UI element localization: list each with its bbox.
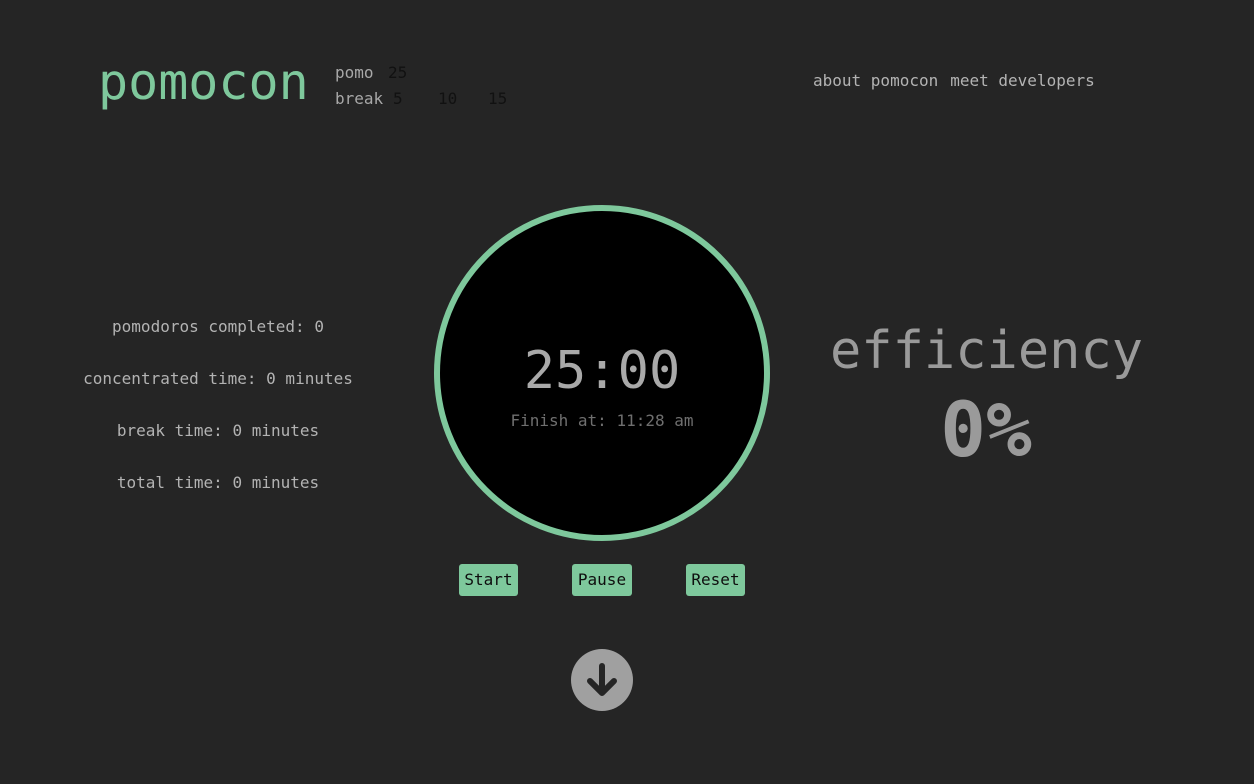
reset-button[interactable]: Reset	[686, 564, 745, 596]
efficiency-value: 0%	[940, 385, 1032, 474]
top-nav: about pomocon meet developers	[813, 70, 1095, 92]
total-time: total time: 0 minutes	[116, 473, 320, 492]
concentrated-time: concentrated time: 0 minutes	[83, 369, 353, 388]
efficiency-panel: efficiency 0%	[830, 320, 1144, 478]
stats-panel: pomodoros completed: 0 concentrated time…	[70, 316, 366, 524]
pomo-option-25[interactable]: 25	[388, 60, 407, 86]
pomodoros-completed: pomodoros completed: 0	[112, 317, 324, 336]
break-row: break 5 10 15	[335, 86, 507, 112]
efficiency-title: efficiency	[830, 321, 1144, 381]
duration-selector: pomo 25 break 5 10 15	[335, 60, 507, 112]
timer-finish-time: Finish at: 11:28 am	[510, 411, 694, 430]
pomo-row: pomo 25	[335, 60, 507, 86]
break-time: break time: 0 minutes	[116, 421, 320, 440]
pomo-label: pomo	[335, 63, 374, 82]
start-button[interactable]: Start	[459, 564, 518, 596]
app-logo[interactable]: pomocon	[98, 52, 309, 112]
arrow-down-icon	[587, 663, 617, 696]
about-link[interactable]: about pomocon	[813, 71, 938, 90]
timer-countdown: 25:00	[523, 341, 681, 401]
timer-display: 25:00 Finish at: 11:28 am	[434, 205, 770, 541]
break-option-10[interactable]: 10	[438, 86, 488, 112]
pause-button[interactable]: Pause	[572, 564, 632, 596]
scroll-down-button[interactable]	[571, 649, 633, 711]
break-option-5[interactable]: 5	[393, 86, 438, 112]
developers-link[interactable]: meet developers	[950, 71, 1095, 90]
break-option-15[interactable]: 15	[488, 86, 507, 112]
break-label: break	[335, 89, 384, 108]
